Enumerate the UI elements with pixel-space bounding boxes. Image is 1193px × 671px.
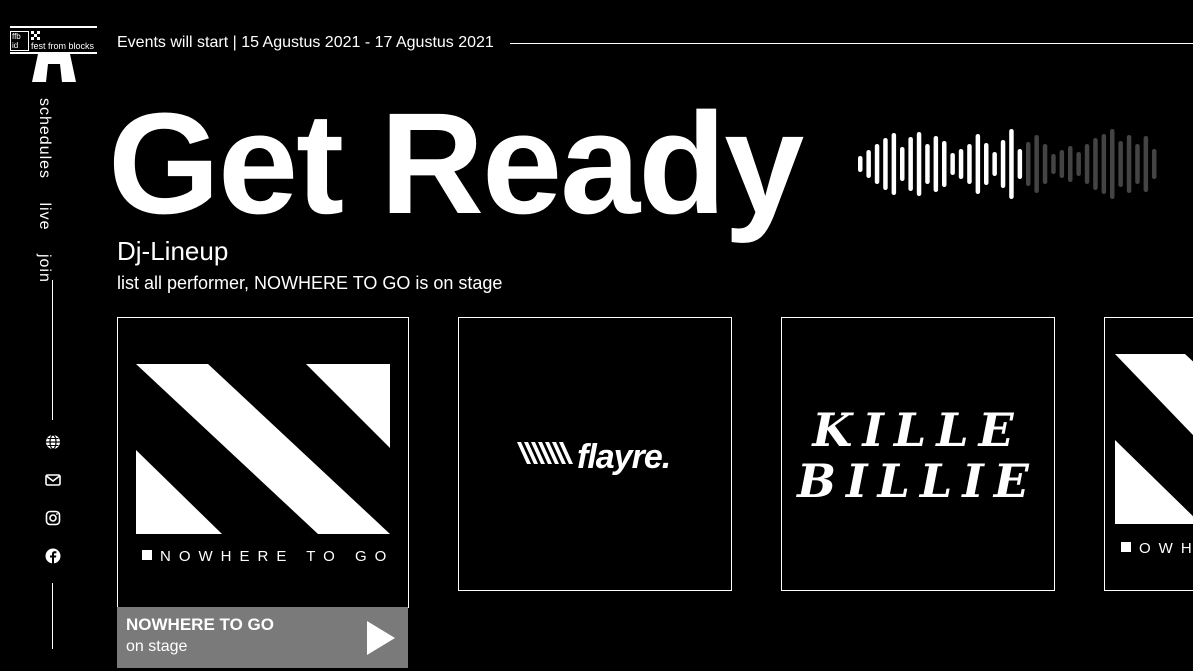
wave-bar <box>1126 135 1132 193</box>
nav-join[interactable]: join <box>36 254 53 283</box>
kille-billie-logo-line2: BILLIE <box>797 454 1039 508</box>
wave-bar <box>1051 154 1056 174</box>
logo-box-text-2: id <box>12 41 19 50</box>
logo-bar <box>10 26 97 28</box>
wave-bar <box>1000 140 1006 188</box>
vertical-nav: schedules live join <box>35 98 53 301</box>
logo-box: ffb id <box>10 31 29 51</box>
logo-base-icon <box>32 54 76 82</box>
wave-bar <box>883 138 888 190</box>
logo-mark-icon <box>31 31 40 40</box>
lineup-subtitle: list all performer, NOWHERE TO GO is on … <box>117 273 503 293</box>
dj-card-nowhere-to-go[interactable]: NOWHERE TO GO <box>117 317 409 608</box>
wave-bar <box>1017 149 1023 179</box>
dj-card-flayre[interactable]: flayre. <box>458 317 732 591</box>
audio-wave-icon <box>858 129 1157 199</box>
mail-icon[interactable] <box>45 472 61 488</box>
kille-billie-logo-line1: KILLE <box>812 403 1024 457</box>
wave-bar <box>1135 144 1140 184</box>
now-playing-caption: NOWHERE TO GO on stage <box>117 607 408 668</box>
wave-bar <box>958 149 964 179</box>
flayre-stripes-icon <box>517 442 573 464</box>
wave-bar <box>1093 138 1098 190</box>
wave-bar <box>1101 134 1107 194</box>
wave-bar <box>908 137 913 191</box>
partial-card-label: OWH <box>1139 540 1192 557</box>
wave-bar <box>933 136 939 192</box>
wave-bar <box>1042 144 1048 184</box>
logo-box-text: ffb <box>12 32 21 41</box>
instagram-icon[interactable] <box>45 510 61 526</box>
dj-card-partial[interactable]: OWH <box>1104 317 1193 591</box>
wave-bar <box>858 156 863 172</box>
wave-bar <box>942 141 947 187</box>
header-divider <box>510 43 1193 44</box>
nav-schedules[interactable]: schedules <box>36 98 53 179</box>
wave-bar <box>975 134 981 194</box>
wave-bar <box>992 152 997 176</box>
wave-bar <box>1026 142 1031 186</box>
hero-title: Get Ready <box>108 83 804 244</box>
nav-live[interactable]: live <box>36 203 53 231</box>
events-date-text: Events will start | 15 Agustus 2021 - 17… <box>117 34 494 51</box>
wave-bar <box>1068 146 1073 182</box>
nav-divider <box>52 280 53 420</box>
facebook-icon[interactable] <box>45 548 61 564</box>
wave-bar <box>916 132 922 196</box>
social-divider <box>52 583 53 649</box>
wave-bar <box>1152 149 1157 179</box>
wave-bar <box>1118 141 1123 187</box>
wave-bar <box>1143 136 1149 192</box>
wave-bar <box>1059 150 1065 178</box>
logo-name: fest from blocks <box>31 41 95 51</box>
play-icon[interactable] <box>367 621 395 655</box>
flayre-logo-text: flayre. <box>577 438 671 476</box>
dj-card-kille-billie[interactable]: KILLE BILLIE <box>781 317 1055 591</box>
fest-logo[interactable]: ffb id fest from blocks <box>10 26 97 82</box>
wave-bar <box>866 150 871 178</box>
wave-bar <box>874 144 880 184</box>
lineup-heading: Dj-Lineup <box>117 236 229 266</box>
wave-bar <box>925 144 930 184</box>
wave-bar <box>984 143 989 185</box>
caption-title: NOWHERE TO GO <box>126 615 274 634</box>
wave-bar <box>950 153 955 175</box>
globe-icon[interactable] <box>45 434 61 450</box>
wave-bar <box>967 144 972 184</box>
wave-bar <box>1110 129 1115 199</box>
wave-bar <box>1084 144 1090 184</box>
caption-status: on stage <box>126 638 188 655</box>
wave-bar <box>900 147 905 181</box>
wave-bar <box>1076 152 1081 176</box>
wave-bar <box>1009 129 1014 199</box>
wave-bar <box>1034 135 1039 193</box>
nowhere-to-go-label: NOWHERE TO GO <box>160 548 395 565</box>
wave-bar <box>891 133 897 195</box>
